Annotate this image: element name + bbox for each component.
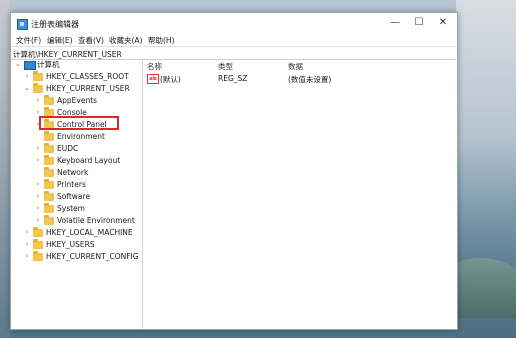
menu-edit[interactable]: 编辑(E) xyxy=(47,35,73,46)
column-header-data[interactable]: 数据 xyxy=(288,61,303,72)
folder-icon xyxy=(44,203,54,213)
folder-icon xyxy=(44,191,54,201)
tree-label: EUDC xyxy=(57,144,79,153)
folder-icon xyxy=(33,71,43,81)
folder-icon xyxy=(44,95,54,105)
value-type: REG_SZ xyxy=(218,74,248,83)
menu-file[interactable]: 文件(F) xyxy=(16,35,41,46)
minimize-button[interactable]: — xyxy=(383,15,407,31)
column-header-name[interactable]: 名称 xyxy=(147,61,162,72)
tree-label: Environment xyxy=(57,132,105,141)
chevron-down-icon[interactable]: ⌄ xyxy=(14,59,22,70)
menu-help[interactable]: 帮助(H) xyxy=(148,35,175,46)
tree-label: Network xyxy=(57,168,89,177)
computer-icon xyxy=(24,61,36,70)
tree-label: Keyboard Layout xyxy=(57,156,121,165)
tree-label: HKEY_CURRENT_CONFIG xyxy=(46,252,139,261)
chevron-right-icon[interactable]: › xyxy=(34,203,42,214)
menu-view[interactable]: 查看(V) xyxy=(78,35,104,46)
chevron-right-icon[interactable]: › xyxy=(34,143,42,154)
chevron-down-icon[interactable]: ⌄ xyxy=(23,83,31,94)
folder-icon xyxy=(44,167,54,177)
chevron-right-icon[interactable]: › xyxy=(23,71,31,82)
tree-label: HKEY_USERS xyxy=(46,240,95,249)
folder-icon xyxy=(33,239,43,249)
tree-label: HKEY_CURRENT_USER xyxy=(46,84,130,93)
chevron-right-icon[interactable]: › xyxy=(34,95,42,106)
chevron-right-icon[interactable]: › xyxy=(34,215,42,226)
value-data: (数值未设置) xyxy=(288,75,332,84)
regedit-app-icon xyxy=(17,19,28,30)
folder-icon xyxy=(33,227,43,237)
chevron-right-icon[interactable]: › xyxy=(23,251,31,262)
chevron-right-icon[interactable]: › xyxy=(34,179,42,190)
folder-icon xyxy=(44,179,54,189)
menu-bar: 文件(F) 编辑(E) 查看(V) 收藏夹(A) 帮助(H) xyxy=(11,34,457,46)
tree-label: HKEY_LOCAL_MACHINE xyxy=(46,228,133,237)
folder-icon xyxy=(44,155,54,165)
tree-label: System xyxy=(57,204,85,213)
tree-label: Volatile Environment xyxy=(57,216,135,225)
chevron-right-icon[interactable]: › xyxy=(34,191,42,202)
tree-label: Software xyxy=(57,192,91,201)
tree-label: Printers xyxy=(57,180,86,189)
address-bar[interactable]: 计算机\HKEY_CURRENT_USER xyxy=(11,46,455,60)
tree-label: 计算机 xyxy=(37,60,60,69)
column-header-type[interactable]: 类型 xyxy=(218,61,233,72)
folder-icon xyxy=(44,215,54,225)
folder-icon xyxy=(33,251,43,261)
string-value-icon: ab xyxy=(147,74,159,84)
folder-icon xyxy=(44,143,54,153)
desktop-background-left xyxy=(0,0,10,338)
tree-label: HKEY_CLASSES_ROOT xyxy=(46,72,129,81)
registry-tree: ⌄ 计算机 › HKEY_CLASSES_ROOT ⌄ HKEY_CURRENT… xyxy=(11,59,143,329)
regedit-window: 注册表编辑器 — ☐ ✕ 文件(F) 编辑(E) 查看(V) 收藏夹(A) 帮助… xyxy=(10,12,458,330)
folder-icon xyxy=(33,83,43,93)
menu-favorites[interactable]: 收藏夹(A) xyxy=(109,35,142,46)
highlight-box xyxy=(39,116,119,130)
tree-label: AppEvents xyxy=(57,96,98,105)
maximize-button[interactable]: ☐ xyxy=(407,15,431,31)
title-bar: 注册表编辑器 — ☐ ✕ xyxy=(11,13,457,33)
close-button[interactable]: ✕ xyxy=(431,15,455,31)
chevron-right-icon[interactable]: › xyxy=(23,227,31,238)
folder-icon xyxy=(44,131,54,141)
chevron-right-icon[interactable]: › xyxy=(34,155,42,166)
values-list: 名称 类型 数据 ab (默认) REG_SZ (数值未设置) xyxy=(144,59,456,329)
value-name[interactable]: (默认) xyxy=(160,74,181,85)
window-title: 注册表编辑器 xyxy=(31,20,79,29)
chevron-right-icon[interactable]: › xyxy=(23,239,31,250)
